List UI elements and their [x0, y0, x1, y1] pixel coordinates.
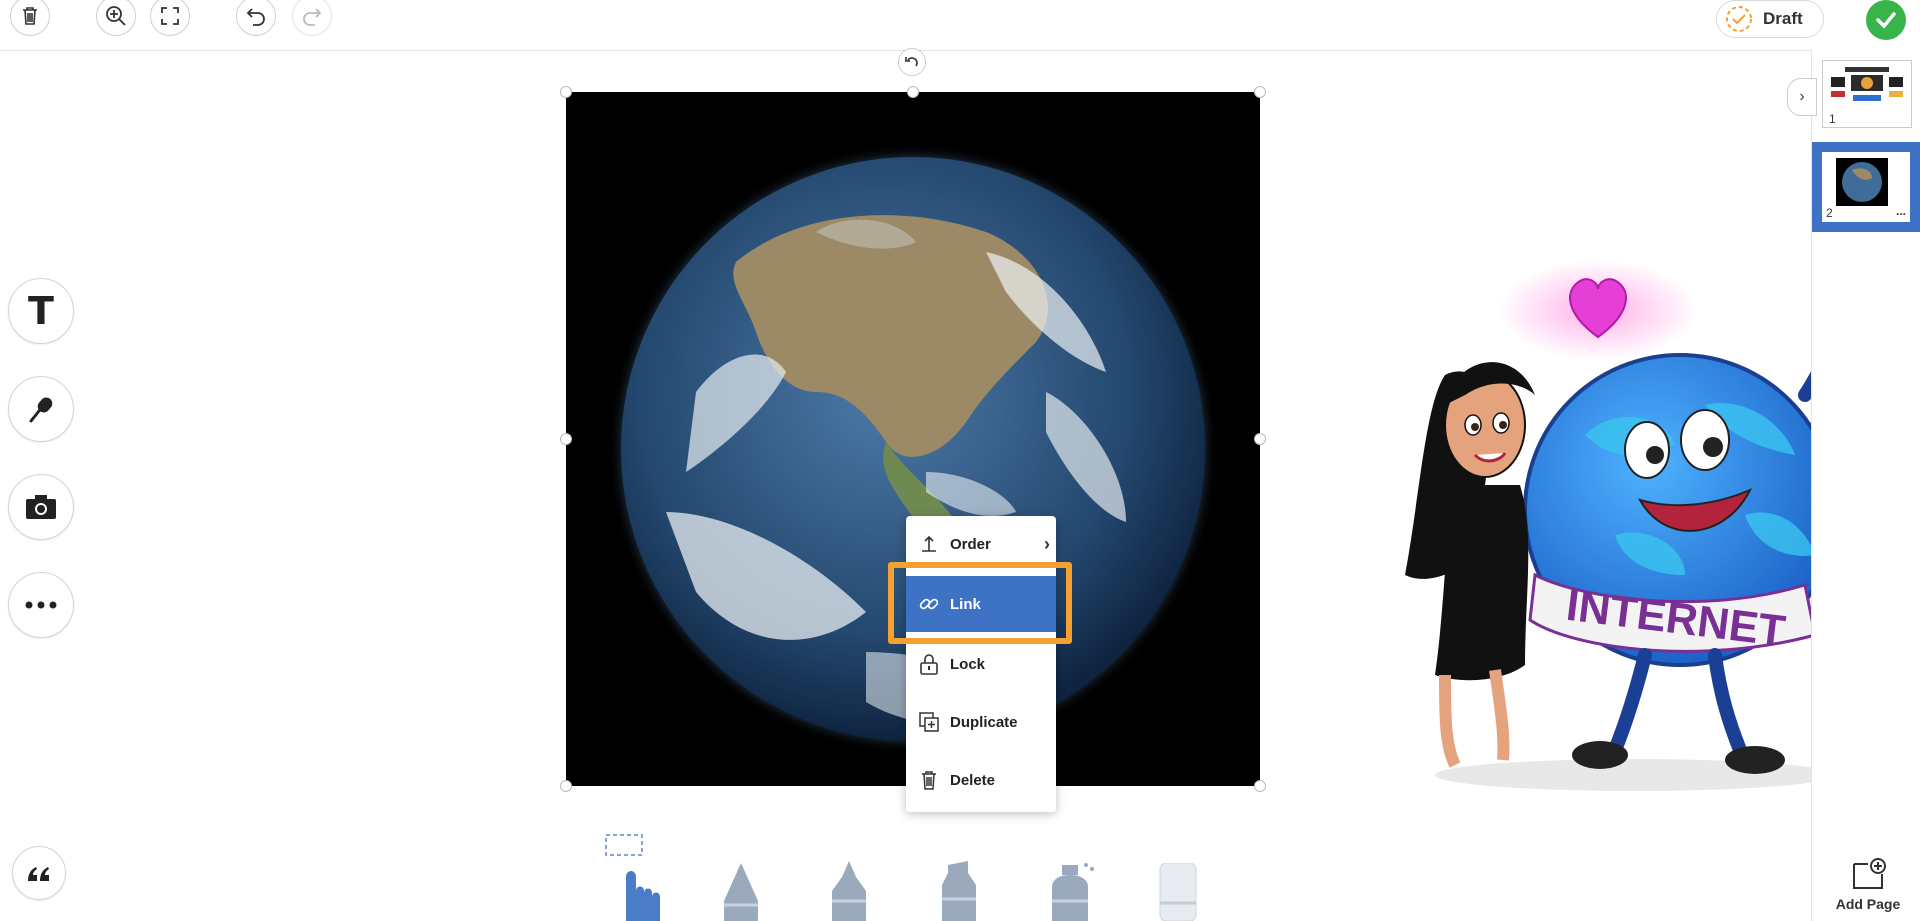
quote-icon [28, 867, 49, 881]
menu-item-delete[interactable]: Delete [906, 752, 1056, 808]
page-thumbnail-1[interactable]: 1 [1822, 60, 1912, 128]
draft-button[interactable]: Draft [1716, 0, 1824, 38]
page-thumbnail-2-selected[interactable]: 2 ... [1812, 142, 1920, 232]
more-icon [25, 601, 57, 609]
pen-tool[interactable] [824, 861, 874, 921]
voice-tool-button[interactable] [8, 376, 74, 442]
checkmark-icon [1876, 12, 1896, 29]
resize-handle-top-right[interactable] [1254, 86, 1266, 98]
trash-icon [23, 7, 37, 25]
delete-button[interactable] [10, 0, 50, 36]
link-highlight-box [888, 562, 1072, 644]
camera-tool-button[interactable] [8, 474, 74, 540]
fullscreen-icon [161, 7, 179, 25]
add-page-button[interactable]: Add Page [1826, 858, 1910, 912]
internet-sticker[interactable]: INTERNET [1385, 255, 1865, 795]
order-icon [922, 535, 936, 552]
resize-handle-top[interactable] [907, 86, 919, 98]
lock-icon [920, 654, 938, 675]
page-1-preview [1831, 67, 1903, 101]
chevron-right-icon: › [1799, 88, 1805, 105]
resize-handle-bottom-right[interactable] [1254, 780, 1266, 792]
quote-button[interactable] [12, 846, 66, 900]
fullscreen-button[interactable] [150, 0, 190, 36]
page-number-2: 2 [1826, 206, 1833, 220]
resize-handle-left[interactable] [560, 433, 572, 445]
select-hand-tool[interactable] [600, 831, 670, 921]
resize-handle-right[interactable] [1254, 433, 1266, 445]
zoom-in-icon [106, 6, 126, 26]
page-number-1: 1 [1829, 112, 1836, 126]
redo-icon [303, 8, 322, 26]
more-tools-button[interactable] [8, 572, 74, 638]
undo-button[interactable] [236, 0, 276, 36]
add-page-icon [1853, 858, 1886, 889]
microphone-icon [29, 397, 53, 423]
duplicate-icon [919, 712, 939, 732]
eraser-tool[interactable] [1156, 863, 1200, 921]
page-2-more-button[interactable]: ... [1896, 204, 1906, 218]
marker-tool[interactable] [934, 861, 984, 921]
context-menu: Order › Link Lock Duplicate Delete [906, 516, 1056, 812]
rotate-icon [905, 57, 918, 67]
order-label: Order [950, 535, 991, 553]
redo-button[interactable] [292, 0, 332, 36]
delete-label: Delete [950, 771, 996, 789]
text-tool-button[interactable]: T [8, 278, 74, 344]
pencil-tool[interactable] [716, 861, 766, 921]
resize-handle-bottom-left[interactable] [560, 780, 572, 792]
chevron-right-icon: › [1044, 533, 1050, 554]
resize-handle-top-left[interactable] [560, 86, 572, 98]
done-button[interactable] [1866, 0, 1906, 40]
draft-label: Draft [1763, 9, 1803, 28]
undo-icon [246, 8, 265, 26]
zoom-button[interactable] [96, 0, 136, 36]
lock-label: Lock [950, 655, 986, 673]
trash-icon [922, 771, 936, 790]
rotate-handle[interactable] [898, 48, 926, 76]
sidebar-toggle-button[interactable]: › [1787, 78, 1817, 116]
menu-item-lock[interactable]: Lock [906, 636, 1056, 692]
duplicate-label: Duplicate [950, 713, 1018, 731]
menu-item-duplicate[interactable]: Duplicate [906, 694, 1056, 750]
top-toolbar: Draft [0, 0, 1920, 51]
spray-tool[interactable] [1042, 859, 1098, 921]
add-page-label: Add Page [1835, 896, 1901, 912]
text-tool-label: T [28, 289, 54, 333]
camera-icon [26, 495, 56, 519]
draft-status-icon [1726, 6, 1752, 32]
